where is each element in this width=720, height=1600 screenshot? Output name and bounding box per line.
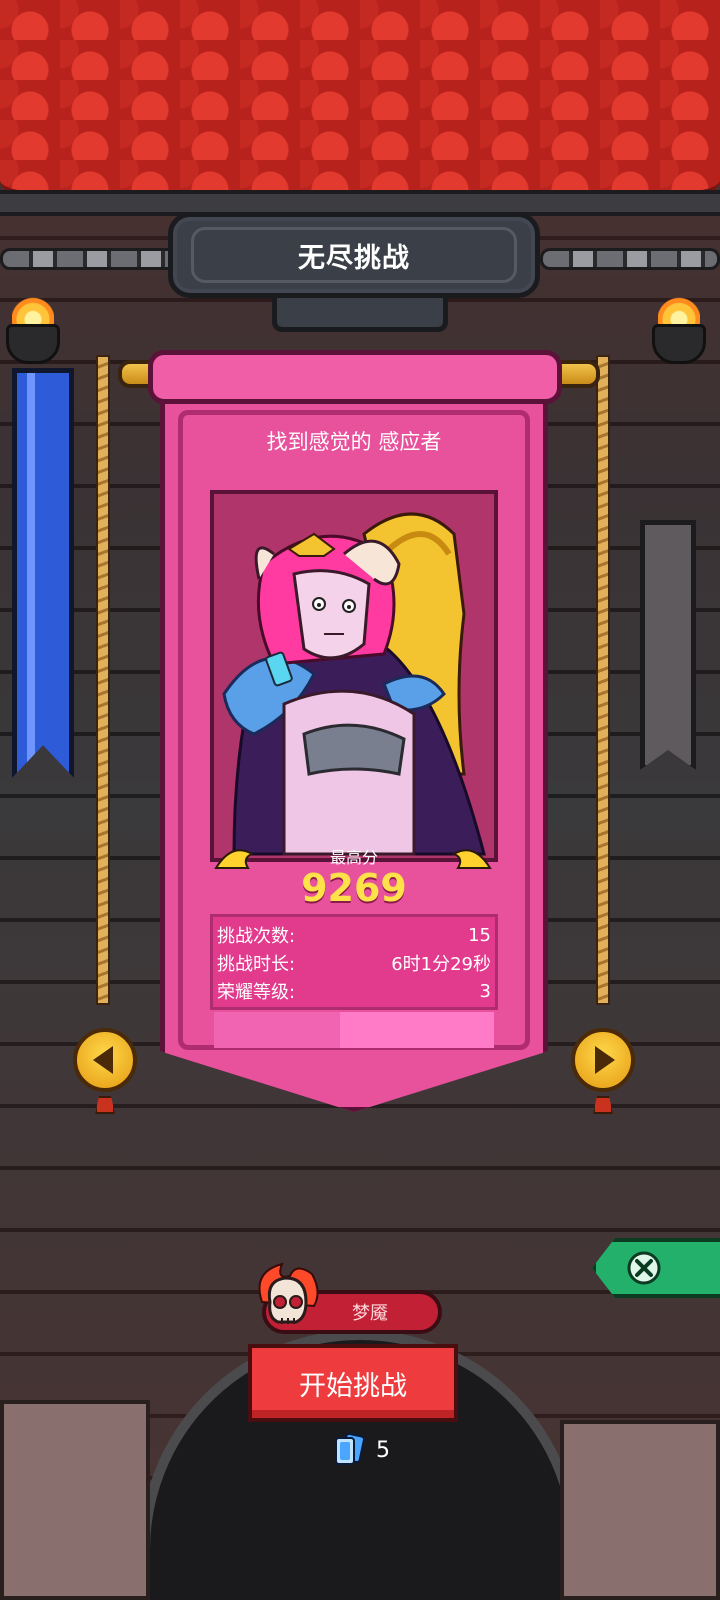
difficulty-label: 梦魇: [352, 1303, 388, 1324]
prev-challenge-button[interactable]: [72, 1020, 138, 1114]
chevron-left-icon: [93, 1046, 113, 1074]
flaming-skull-icon: [258, 1262, 319, 1324]
rope-left: [96, 355, 110, 1005]
rubble-left: [0, 1400, 150, 1600]
ticket-counter: 5: [332, 1432, 390, 1468]
torch-right: [646, 290, 712, 380]
blue-side-banner: [12, 368, 74, 778]
stat-row-glory: 荣耀等级: 3: [217, 977, 491, 1005]
stat-label: 挑战次数:: [217, 926, 296, 947]
card-subtitle: 找到感觉的 感应者: [266, 430, 442, 454]
rubble-right: [560, 1420, 720, 1600]
stat-value: 6时1分29秒: [391, 954, 491, 975]
stat-label: 荣耀等级:: [217, 982, 296, 1003]
chain-left: [0, 248, 180, 270]
title-plaque-base: [272, 296, 448, 332]
card-scroll-top: [148, 350, 562, 404]
start-challenge-button[interactable]: 开始挑战: [248, 1344, 458, 1422]
rope-right: [596, 355, 610, 1005]
title-plaque: 无尽挑战: [168, 212, 540, 298]
stat-value: 15: [468, 924, 491, 946]
grey-side-banner: [640, 520, 696, 770]
stat-row-attempts: 挑战次数: 15: [217, 921, 491, 949]
card-ticket-icon: [335, 1433, 365, 1465]
stats-panel: 挑战次数: 15 挑战时长: 6时1分29秒 荣耀等级: 3: [210, 914, 498, 1010]
start-challenge-label: 开始挑战: [299, 1370, 407, 1402]
torch-left: [0, 290, 66, 380]
stat-row-duration: 挑战时长: 6时1分29秒: [217, 949, 491, 977]
card-bottom-bar: [214, 1012, 494, 1048]
chain-right: [540, 248, 720, 270]
side-close-button[interactable]: [592, 1238, 720, 1298]
red-tiled-roof: [0, 0, 720, 200]
stat-value: 3: [479, 980, 491, 1002]
close-icon: [627, 1251, 661, 1285]
next-challenge-button[interactable]: [570, 1020, 636, 1114]
best-score-value: 9269: [301, 866, 407, 910]
chevron-right-icon: [595, 1046, 615, 1074]
character-portrait: [210, 490, 498, 862]
stat-label: 挑战时长:: [217, 954, 296, 975]
ticket-count: 5: [376, 1437, 390, 1463]
best-score-label: 最高分: [329, 848, 378, 867]
page-title: 无尽挑战: [298, 242, 410, 274]
